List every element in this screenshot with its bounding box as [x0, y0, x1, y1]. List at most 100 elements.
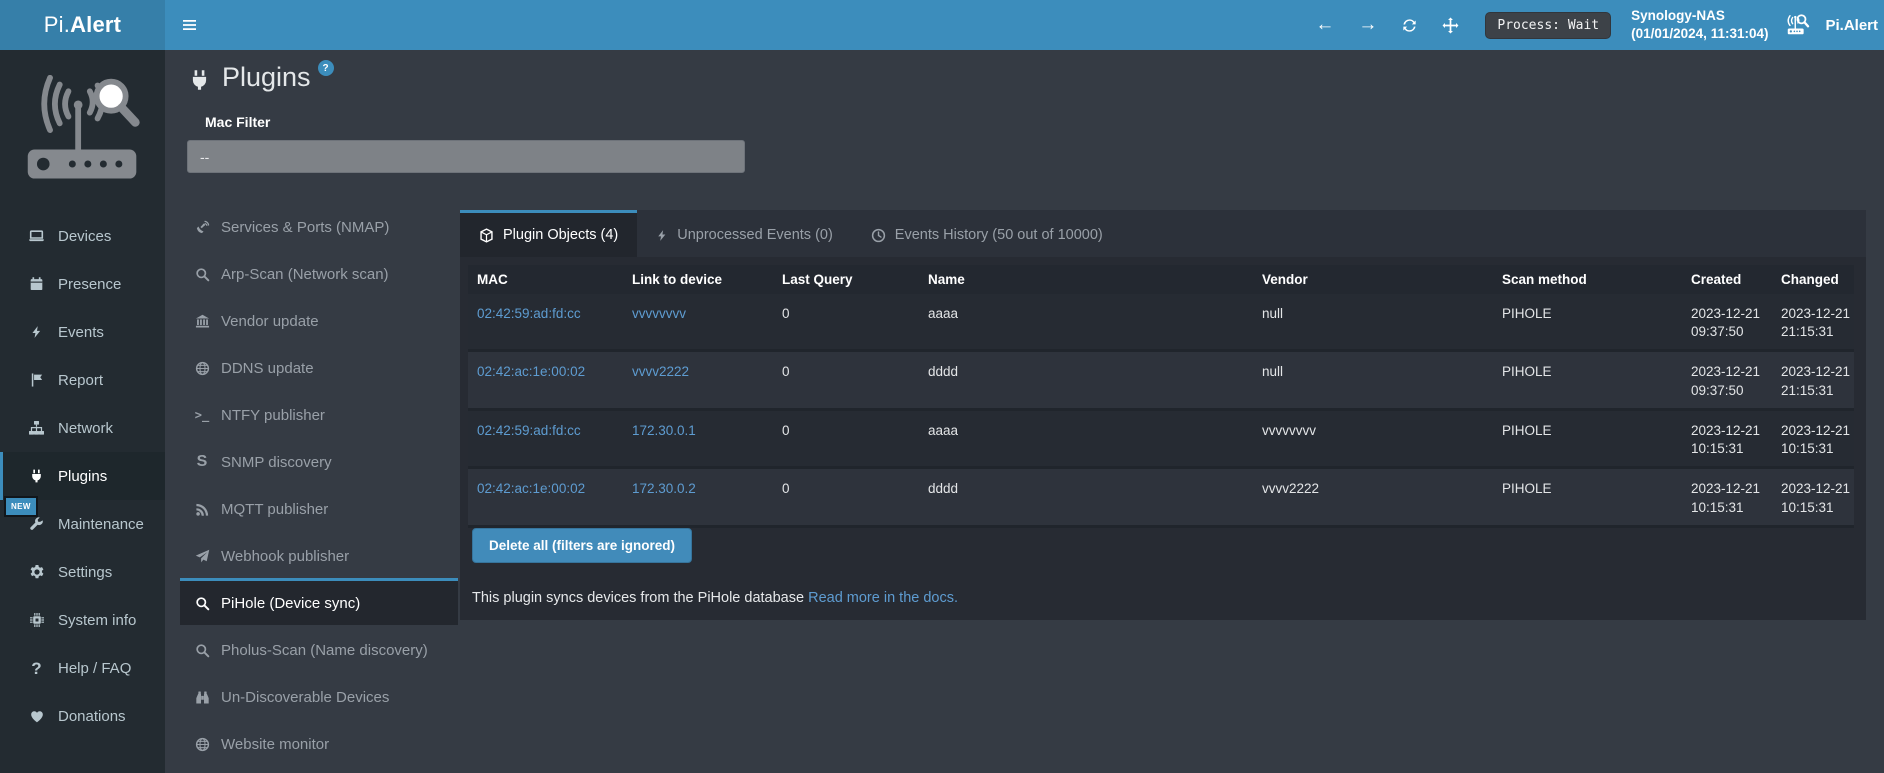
calendar-icon — [29, 276, 44, 292]
cell-created: 2023-12-21 09:37:50 — [1682, 294, 1772, 351]
cell-mac: 02:42:59:ad:fd:cc — [468, 409, 623, 467]
column-header-vendor[interactable]: Vendor — [1253, 265, 1493, 294]
sidebar-item-devices[interactable]: Devices — [0, 212, 165, 260]
cell-last-query: 0 — [773, 294, 919, 351]
device-link[interactable]: vvvv2222 — [632, 364, 689, 379]
sidebar-item-network[interactable]: Network — [0, 404, 165, 452]
back-button[interactable]: ← — [1303, 0, 1346, 50]
sidebar-item-label: Donations — [58, 708, 126, 725]
chip-icon — [29, 612, 45, 628]
plugin-nav-item-mqtt[interactable]: MQTT publisher — [180, 484, 458, 531]
device-link[interactable]: 172.30.0.2 — [632, 481, 696, 496]
globe-icon — [195, 737, 210, 752]
plugin-nav-item-ddns[interactable]: DDNS update — [180, 343, 458, 390]
sidebar-item-plugins[interactable]: Plugins — [0, 452, 165, 500]
delete-all-button[interactable]: Delete all (filters are ignored) — [472, 528, 692, 563]
mac-link[interactable]: 02:42:ac:1e:00:02 — [477, 481, 585, 496]
tab-plugin-objects[interactable]: Plugin Objects (4) — [460, 210, 637, 257]
docs-link[interactable]: Read more in the docs. — [808, 590, 958, 606]
sidebar-item-label: Report — [58, 372, 103, 389]
forward-button[interactable]: → — [1346, 0, 1389, 50]
router-scan-icon — [1786, 12, 1816, 38]
sidebar-item-label: Devices — [58, 228, 111, 245]
column-header-name[interactable]: Name — [919, 265, 1253, 294]
maximize-button[interactable] — [1430, 0, 1471, 50]
plugin-nav-label: Webhook publisher — [221, 548, 349, 565]
sidebar-item-label: Presence — [58, 276, 121, 293]
letter-s-icon: S — [197, 454, 208, 470]
sidebar-item-system-info[interactable]: System info — [0, 596, 165, 644]
plugin-nav-item-pihole[interactable]: PiHole (Device sync) — [180, 578, 458, 625]
tab-events-history[interactable]: Events History (50 out of 10000) — [852, 210, 1122, 257]
sidebar-item-donations[interactable]: Donations — [0, 692, 165, 740]
brand-prefix: Pi. — [44, 12, 70, 38]
column-header-mac[interactable]: MAC — [468, 265, 623, 294]
cell-created: 2023-12-21 10:15:31 — [1682, 468, 1772, 526]
search-icon — [195, 643, 210, 658]
new-feature-badge: NEW — [4, 496, 38, 517]
column-header-last-query[interactable]: Last Query — [773, 265, 919, 294]
question-icon: ? — [31, 660, 41, 677]
cube-icon — [479, 228, 494, 243]
brand-logo[interactable]: Pi.Alert — [0, 0, 165, 50]
brand-right: Pi.Alert — [1786, 12, 1880, 38]
sidebar-item-label: Maintenance — [58, 516, 144, 533]
cell-name: aaaa — [919, 294, 1253, 351]
mac-link[interactable]: 02:42:59:ad:fd:cc — [477, 423, 581, 438]
wrench-icon — [29, 516, 44, 532]
top-navbar: Pi.Alert ← → Process: Wait Synology-NAS … — [0, 0, 1884, 50]
sidebar-item-presence[interactable]: Presence — [0, 260, 165, 308]
cell-vendor: vvvv2222 — [1253, 468, 1493, 526]
column-header-changed[interactable]: Changed — [1772, 265, 1854, 294]
plugin-nav-item-snmp[interactable]: S SNMP discovery — [180, 437, 458, 484]
plugin-nav-label: Pholus-Scan (Name discovery) — [221, 642, 428, 659]
sidebar-item-events[interactable]: Events — [0, 308, 165, 356]
mac-link[interactable]: 02:42:ac:1e:00:02 — [477, 364, 585, 379]
tab-bar: Plugin Objects (4) Unprocessed Events (0… — [460, 210, 1866, 257]
column-header-created[interactable]: Created — [1682, 265, 1772, 294]
device-time: (01/01/2024, 11:31:04) — [1631, 25, 1768, 43]
plugin-nav-label: PiHole (Device sync) — [221, 595, 360, 612]
device-info: Synology-NAS (01/01/2024, 11:31:04) — [1631, 7, 1768, 43]
plugin-nav-label: Vendor update — [221, 313, 319, 330]
column-header-scan-method[interactable]: Scan method — [1493, 265, 1682, 294]
plugin-nav-item-webhook[interactable]: Webhook publisher — [180, 531, 458, 578]
cell-created: 2023-12-21 10:15:31 — [1682, 409, 1772, 467]
refresh-icon — [1401, 17, 1418, 34]
mac-link[interactable]: 02:42:59:ad:fd:cc — [477, 306, 581, 321]
sidebar-item-label: Plugins — [58, 468, 107, 485]
sidebar-item-help-faq[interactable]: ? Help / FAQ — [0, 644, 165, 692]
tab-unprocessed-events[interactable]: Unprocessed Events (0) — [637, 210, 852, 257]
plugin-nav-item-website-monitor[interactable]: Website monitor — [180, 719, 458, 766]
sidebar-toggle-button[interactable] — [165, 0, 213, 50]
plugin-nav-item-nmap[interactable]: Services & Ports (NMAP) — [180, 202, 458, 249]
cell-mac: 02:42:ac:1e:00:02 — [468, 468, 623, 526]
sidebar-item-settings[interactable]: Settings — [0, 548, 165, 596]
process-status-badge: Process: Wait — [1485, 12, 1611, 39]
device-link[interactable]: 172.30.0.1 — [632, 423, 696, 438]
mac-filter-input[interactable] — [187, 140, 745, 173]
plugin-nav-item-undiscoverable[interactable]: Un-Discoverable Devices — [180, 672, 458, 719]
help-badge[interactable]: ? — [318, 60, 334, 76]
device-link[interactable]: vvvvvvvv — [632, 306, 686, 321]
sidebar-item-report[interactable]: Report — [0, 356, 165, 404]
sitemap-icon — [28, 420, 45, 436]
tab-label: Events History (50 out of 10000) — [895, 227, 1103, 243]
plugin-nav-label: MQTT publisher — [221, 501, 328, 518]
refresh-button[interactable] — [1389, 0, 1430, 50]
tab-label: Plugin Objects (4) — [503, 227, 618, 243]
cell-last-query: 0 — [773, 409, 919, 467]
plugin-nav-item-pholus[interactable]: Pholus-Scan (Name discovery) — [180, 625, 458, 672]
cell-changed: 2023-12-21 21:15:31 — [1772, 351, 1854, 409]
sidebar-item-label: Help / FAQ — [58, 660, 131, 677]
plugin-nav-item-ntfy[interactable]: >_ NTFY publisher — [180, 390, 458, 437]
plugin-nav-item-vendor-update[interactable]: Vendor update — [180, 296, 458, 343]
cell-scan-method: PIHOLE — [1493, 468, 1682, 526]
plugin-nav-label: Services & Ports (NMAP) — [221, 219, 389, 236]
flag-icon — [29, 372, 44, 388]
plugin-nav-item-arpscan[interactable]: Arp-Scan (Network scan) — [180, 249, 458, 296]
cell-vendor: null — [1253, 294, 1493, 351]
column-header-link[interactable]: Link to device — [623, 265, 773, 294]
binoculars-icon — [195, 690, 210, 705]
cell-mac: 02:42:ac:1e:00:02 — [468, 351, 623, 409]
